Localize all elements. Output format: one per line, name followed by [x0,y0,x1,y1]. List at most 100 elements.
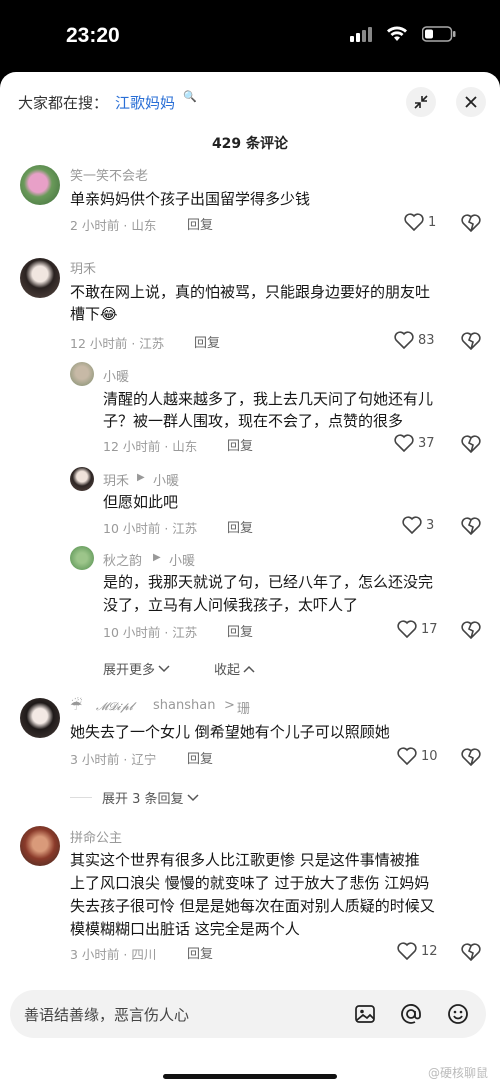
expand-replies-button[interactable]: 展开 3 条回复 [70,788,200,807]
comment-meta: 3 小时前 · 辽宁 [70,752,157,767]
heart-icon [402,516,422,534]
dislike-heart-icon[interactable] [461,214,481,232]
comment-username[interactable]: 玥禾 [70,258,96,277]
avatar[interactable] [70,467,94,491]
image-icon [355,1005,375,1023]
heart-icon [397,620,417,638]
reply-text-line[interactable]: 是的，我那天就说了句，已经八年了，怎么还没完 [103,571,433,593]
comment-text[interactable]: 她失去了一个女儿 倒希望她有个儿子可以照顾她 [70,721,390,743]
battery-icon [422,26,456,42]
like-count: 3 [426,517,435,533]
expand-more-label: 展开更多 [103,663,156,678]
comment-text-line[interactable]: 其实这个世界有很多人比江歌更惨 只是这件事情被推 [70,849,420,871]
reply-to-username[interactable]: 小暖 [169,550,195,569]
reply-button[interactable]: 回复 [187,943,213,962]
like-count: 37 [418,435,435,451]
avatar[interactable] [20,826,60,866]
signal-icon [350,27,372,42]
dislike-heart-icon[interactable] [461,435,481,453]
reply-username[interactable]: 秋之韵 [103,550,142,569]
like-count: 12 [421,943,438,959]
search-query-link[interactable]: 江歌妈妈 [115,92,175,113]
comment-meta: 3 小时前 · 四川 [70,947,157,962]
expand-more-button[interactable]: 展开更多 [103,659,171,678]
dislike-heart-icon[interactable] [461,621,481,639]
at-icon [401,1004,421,1024]
heart-icon [404,213,424,231]
home-indicator [163,1074,337,1079]
chevron-down-icon [158,664,170,672]
reply-username[interactable]: 玥禾 [103,470,129,489]
dislike-heart-icon[interactable] [461,748,481,766]
reply-text-line[interactable]: 清醒的人越来越多了，我上去几天问了句她还有儿 [103,388,433,410]
comment-username[interactable]: 拼命公主 [70,827,122,846]
like-count: 17 [421,621,438,637]
close-button[interactable] [456,87,486,117]
like-button[interactable]: 12 [397,942,438,960]
comments-sheet: 大家都在搜： 江歌妈妈 🔍 429 条评论 笑一笑不会老 单亲妈妈供个孩子出国留… [0,72,500,1086]
reply-username[interactable]: 小暖 [103,366,129,385]
reply-arrow-icon: ▶ [137,472,145,483]
wifi-icon [387,26,407,41]
comments-count: 429 条评论 [211,136,289,152]
comment-text-line[interactable]: 模模糊糊口出脏话 这完全是两个人 [70,918,300,940]
dislike-heart-icon[interactable] [461,517,481,535]
comment-meta: 12 小时前 · 江苏 [70,336,165,351]
reply-button[interactable]: 回复 [187,214,213,233]
comment-username-script[interactable]: 𝓜𝓓𝓲𝓹𝓵 [96,700,133,714]
collapse-sheet-button[interactable] [406,87,436,117]
avatar[interactable] [70,362,94,386]
status-icons [350,26,456,42]
dislike-heart-icon[interactable] [461,943,481,961]
collapse-button[interactable]: 收起 [214,659,256,678]
like-count: 83 [418,332,435,348]
umbrella-icon: ☔ [70,698,83,714]
comment-meta: 2 小时前 · 山东 [70,218,157,233]
expand-replies-label: 展开 3 条回复 [102,792,184,807]
reply-text-line[interactable]: 子？被一群人围攻，现在不会了，点赞的很多 [103,410,403,432]
heart-icon [397,942,417,960]
comment-text-line[interactable]: 不敢在网上说，真的怕被骂，只能跟身边要好的朋友吐 [70,281,430,303]
like-button[interactable]: 3 [402,516,434,534]
reply-button[interactable]: 回复 [227,435,253,454]
comment-text-line[interactable]: 失去孩子很可怜 但是是她每次在面对别人质疑的时候又 [70,895,435,917]
emoji-button[interactable] [446,1002,470,1026]
comment-text[interactable]: 单亲妈妈供个孩子出国留学得多少钱 [70,188,310,210]
reply-button[interactable]: 回复 [227,621,253,640]
reply-to-username[interactable]: 珊 [237,698,250,717]
reply-button[interactable]: 回复 [194,332,220,351]
reply-button[interactable]: 回复 [187,748,213,767]
avatar[interactable] [20,698,60,738]
reply-text-line[interactable]: 没了，立马有人问候我孩子，太吓人了 [103,594,358,616]
search-prefix: 大家都在搜： [18,94,109,112]
search-icon[interactable]: 🔍 [183,90,197,103]
heart-icon [394,331,414,349]
reply-arrow-icon: > [224,698,235,713]
comment-username[interactable]: shanshan [153,698,215,713]
dislike-heart-icon[interactable] [461,332,481,350]
close-icon [465,96,477,108]
chevron-down-icon [187,793,199,801]
image-picker-button[interactable] [353,1002,377,1026]
reply-text[interactable]: 但愿如此吧 [103,491,178,513]
mention-button[interactable] [399,1002,423,1026]
avatar[interactable] [20,258,60,298]
comment-username[interactable]: 笑一笑不会老 [70,165,148,184]
comment-input-placeholder[interactable]: 善语结善缘，恶言伤人心 [24,1004,189,1025]
like-button[interactable]: 83 [394,331,435,349]
like-button[interactable]: 10 [397,747,438,765]
avatar[interactable] [20,165,60,205]
reply-meta: 12 小时前 · 山东 [103,439,198,454]
like-button[interactable]: 37 [394,434,435,452]
like-button[interactable]: 1 [404,213,436,231]
heart-icon [394,434,414,452]
status-time: 23:20 [66,24,120,47]
like-button[interactable]: 17 [397,620,438,638]
comment-text-line[interactable]: 上了风口浪尖 慢慢的就变味了 过于放大了悲伤 江妈妈 [70,872,429,894]
avatar[interactable] [70,546,94,570]
reply-button[interactable]: 回复 [227,517,253,536]
reply-to-username[interactable]: 小暖 [153,470,179,489]
like-count: 10 [421,748,438,764]
comment-text-line[interactable]: 槽下😂 [70,303,118,325]
comment-input-bar[interactable]: 善语结善缘，恶言伤人心 [10,990,486,1038]
